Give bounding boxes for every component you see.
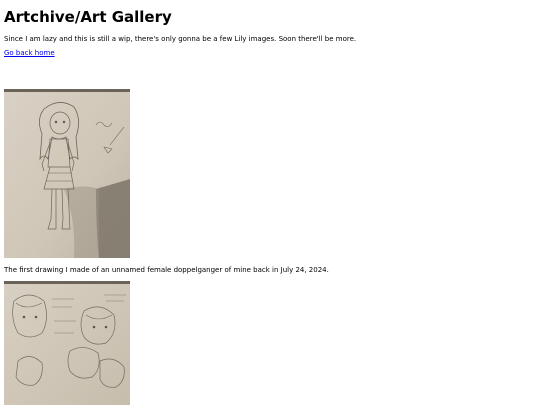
go-back-home-link[interactable]: Go back home (4, 48, 55, 58)
gallery-image-1 (4, 89, 130, 258)
gallery-caption-1: The first drawing I made of an unnamed f… (4, 266, 329, 274)
intro-text: Since I am lazy and this is still a wip,… (4, 35, 357, 43)
page-title: Artchive/Art Gallery (4, 8, 172, 26)
pencil-sketch-chibi-girl-icon (4, 89, 130, 258)
gallery-image-2 (4, 281, 130, 405)
pencil-sketch-face-studies-icon (4, 281, 130, 405)
